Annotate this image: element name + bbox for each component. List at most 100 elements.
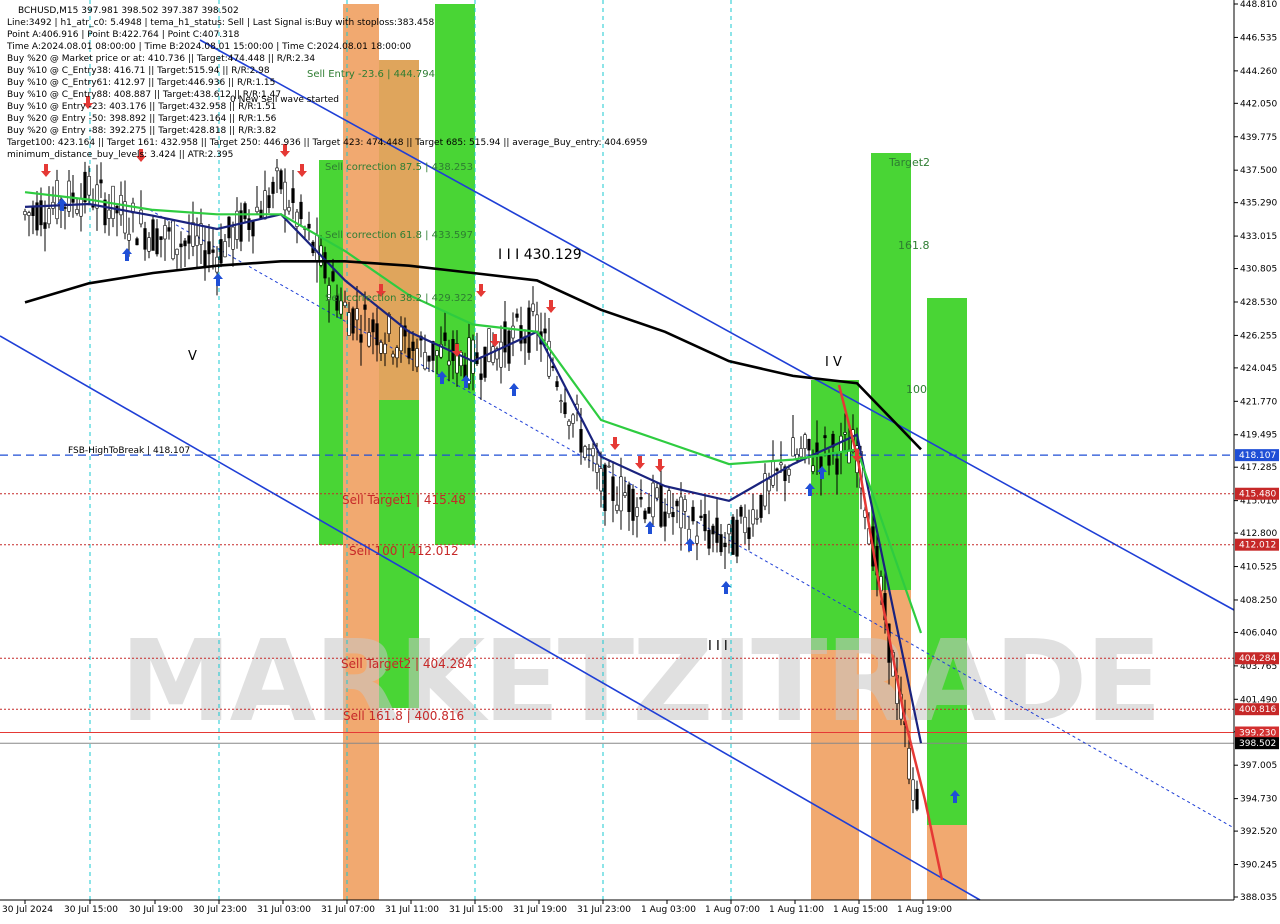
time-tick-label: 1 Aug 15:00	[833, 905, 888, 915]
candle-body	[395, 347, 399, 359]
candle-body	[323, 252, 327, 279]
sell-arrow-icon	[41, 164, 51, 177]
candle-body	[515, 313, 519, 318]
time-tick-label: 31 Jul 15:00	[449, 905, 503, 915]
candle-body	[139, 209, 143, 225]
header-line-11: Target100: 423.164 || Target 161: 432.95…	[6, 138, 648, 148]
candle-body	[371, 319, 375, 333]
price-tag-label: 400.816	[1239, 705, 1276, 715]
candle-body	[271, 181, 275, 194]
candle-body	[55, 180, 59, 220]
candle-body	[195, 235, 199, 246]
candle-body	[703, 514, 707, 532]
price-tick-label: 444.260	[1240, 67, 1277, 77]
candle-body	[355, 308, 359, 321]
candle-body	[155, 228, 159, 255]
candle-body	[695, 535, 699, 544]
chart-area[interactable]: MARKETZITRADE FSB-HighToBreak | 418.107 S…	[0, 0, 1280, 920]
price-tick-label: 394.730	[1240, 795, 1277, 805]
candle-body	[383, 343, 387, 354]
candle-body	[667, 490, 671, 515]
candle-body	[407, 347, 411, 359]
candle-body	[839, 435, 843, 453]
candle-body	[727, 524, 731, 535]
candle-body	[447, 360, 451, 366]
level-label-4: Sell 161.8 | 400.816	[343, 709, 464, 723]
candle-body	[559, 400, 563, 403]
candle-body	[811, 465, 815, 472]
candle-body	[91, 205, 95, 208]
candle-body	[571, 414, 575, 424]
candle-body	[43, 222, 47, 229]
candle-body	[219, 239, 223, 264]
price-tick-label: 421.770	[1240, 397, 1277, 407]
time-tick-label: 30 Jul 15:00	[64, 905, 118, 915]
header-line-10: Buy %20 @ Entry -88: 392.275 || Target:4…	[7, 126, 276, 136]
sell-arrow-icon	[546, 300, 556, 313]
time-tick-label: 1 Aug 03:00	[641, 905, 696, 915]
wave-mark-0: V	[188, 349, 197, 364]
info-header: BCHUSD,M15 397.981 398.502 397.387 398.5…	[6, 6, 648, 160]
candle-body	[375, 323, 379, 346]
time-tick-label: 30 Jul 2024	[2, 905, 53, 915]
candle-body	[911, 779, 915, 801]
price-tick-label: 437.500	[1240, 166, 1277, 176]
header-line-5: Buy %10 @ C_Entry38: 416.71 || Target:51…	[7, 66, 270, 76]
candle-body	[423, 352, 427, 370]
candle-body	[427, 355, 431, 362]
candle-body	[655, 487, 659, 499]
candle-body	[451, 339, 455, 361]
zone-label-6: 161.8	[898, 239, 930, 252]
candle-body	[171, 220, 175, 260]
zone-rect-0	[319, 160, 343, 545]
candle-body	[759, 494, 763, 518]
time-tick-label: 1 Aug 19:00	[897, 905, 952, 915]
sell-arrow-icon	[610, 437, 620, 450]
candle-body	[491, 346, 495, 363]
candle-body	[767, 478, 771, 492]
candle-body	[479, 373, 483, 380]
zone-label-7: 100	[906, 383, 927, 396]
candle-body	[719, 534, 723, 553]
candle-body	[275, 167, 279, 172]
price-tick-label: 424.045	[1240, 364, 1277, 374]
sell-arrow-icon	[635, 456, 645, 469]
candle-body	[711, 525, 715, 535]
candle-body	[699, 515, 703, 518]
candle-body	[75, 209, 79, 214]
candle-body	[287, 207, 291, 212]
time-tick-label: 31 Jul 23:00	[577, 905, 631, 915]
sell-arrow-icon	[297, 164, 307, 177]
price-tick-label: 390.245	[1240, 861, 1277, 871]
time-tick-label: 1 Aug 07:00	[705, 905, 760, 915]
candle-body	[207, 241, 211, 255]
candle-body	[563, 402, 567, 415]
zone-label-5: Target2	[888, 156, 930, 169]
time-tick-label: 31 Jul 07:00	[321, 905, 375, 915]
sell-arrow-icon	[655, 459, 665, 472]
candle-body	[27, 212, 31, 216]
candle-body	[63, 207, 67, 209]
price-chart[interactable]: MARKETZITRADE FSB-HighToBreak | 418.107 S…	[0, 0, 1280, 920]
sell-arrow-icon	[490, 334, 500, 347]
candle-body	[675, 500, 679, 507]
zone-label-0: Sell Entry -23.6 | 444.794	[307, 69, 435, 80]
candle-body	[471, 339, 475, 374]
price-tag-label: 412.012	[1239, 541, 1276, 551]
candle-body	[107, 209, 111, 219]
candle-body	[399, 326, 403, 352]
candle-body	[611, 476, 615, 501]
candle-body	[147, 237, 151, 252]
header-line-6: Buy %10 @ C_Entry61: 412.97 || Target:44…	[7, 78, 275, 88]
candle-body	[243, 203, 247, 220]
candle-body	[31, 207, 35, 217]
candle-body	[707, 529, 711, 549]
candle-body	[127, 233, 131, 241]
zone-label-2: Sell correction 61.8 | 433.597	[325, 230, 473, 241]
candle-body	[487, 328, 491, 362]
candle-body	[531, 303, 535, 312]
price-tick-label: 435.290	[1240, 199, 1277, 209]
candle-body	[211, 249, 215, 253]
buy-arrow-icon	[721, 581, 731, 594]
header-line-9: Buy %20 @ Entry -50: 398.892 || Target:4…	[7, 114, 277, 124]
